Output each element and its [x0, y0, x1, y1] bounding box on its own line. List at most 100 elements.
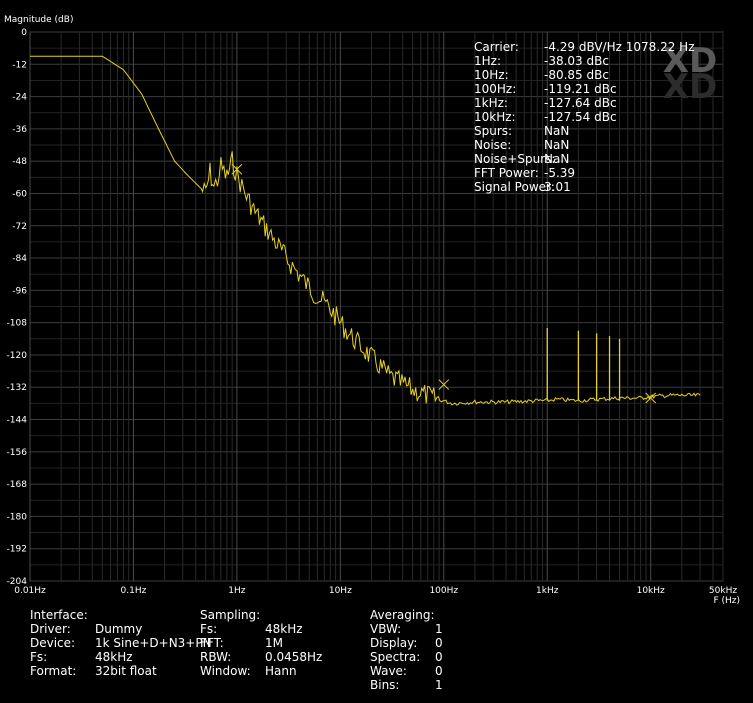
averaging-value: 1: [435, 678, 443, 692]
x-tick-label: 0.1Hz: [121, 586, 147, 596]
interface-label: Driver:: [30, 622, 71, 636]
readout-label: 1kHz:: [474, 96, 508, 110]
x-tick-label: 0.01Hz: [14, 586, 46, 596]
sampling-panel: Sampling: Fs: 48kHz FFT: 1M RBW: 0.0458Hz Wind…: [200, 608, 370, 678]
averaging-row: Wave: 0: [370, 664, 470, 678]
x-tick-label: 1Hz: [228, 586, 245, 596]
averaging-row: Display: 0: [370, 636, 470, 650]
readout-label: Spurs:: [474, 124, 513, 138]
readout-label: 100Hz:: [474, 82, 517, 96]
interface-panel: Interface: Driver: Dummy Device: 1k Sine+D+…: [30, 608, 212, 678]
averaging-label: Display:: [370, 636, 418, 650]
y-tick-label: -168: [7, 480, 28, 490]
averaging-row: Spectra: 0: [370, 650, 470, 664]
averaging-panel: Averaging: VBW: 1 Display: 0 Spectra: 0 Wave: 0…: [370, 608, 470, 692]
readout-row: Carrier: -4.29 dBV/Hz 1078.22 Hz: [474, 40, 714, 54]
averaging-label: Spectra:: [370, 650, 421, 664]
sampling-label: Fs:: [200, 622, 218, 636]
sampling-label: RBW:: [200, 650, 232, 664]
readout-label: 1Hz:: [474, 54, 501, 68]
averaging-label: Wave:: [370, 664, 407, 678]
readout-row: Noise: NaN: [474, 138, 714, 152]
sampling-row: Fs: 48kHz: [200, 622, 370, 636]
averaging-label: Bins:: [370, 678, 400, 692]
y-tick-label: -84: [12, 254, 27, 264]
sampling-value: 1M: [265, 636, 283, 650]
y-tick-label: -12: [12, 60, 27, 70]
interface-value: 32bit float: [95, 664, 157, 678]
interface-heading: Interface:: [30, 608, 88, 622]
averaging-row: Bins: 1: [370, 678, 470, 692]
interface-value: 48kHz: [95, 650, 133, 664]
sampling-row: Window: Hann: [200, 664, 370, 678]
readout-label: Noise:: [474, 138, 512, 152]
x-tick-label: 100Hz: [429, 586, 458, 596]
y-tick-label: -144: [7, 416, 28, 426]
x-tick-label: 50kHz: [709, 586, 737, 596]
readout-row: 10Hz: -80.85 dBc: [474, 68, 714, 82]
readout-row: 1Hz: -38.03 dBc: [474, 54, 714, 68]
averaging-value: 0: [435, 664, 443, 678]
readout-value: -4.29 dBV/Hz 1078.22 Hz: [544, 40, 695, 54]
interface-row: Format: 32bit float: [30, 664, 200, 678]
interface-label: Device:: [30, 636, 76, 650]
averaging-heading: Averaging:: [370, 608, 435, 622]
readout-row: 10kHz: -127.54 dBc: [474, 110, 714, 124]
readout-value: 3.01: [544, 180, 571, 194]
x-tick-label: 10kHz: [637, 586, 665, 596]
sampling-row: RBW: 0.0458Hz: [200, 650, 370, 664]
x-tick-label: 1kHz: [536, 586, 559, 596]
sampling-label: Window:: [200, 664, 251, 678]
y-tick-label: 0: [21, 28, 27, 38]
sampling-value: 0.0458Hz: [265, 650, 323, 664]
readout-value: NaN: [544, 152, 570, 166]
interface-label: Format:: [30, 664, 77, 678]
y-tick-label: -108: [7, 319, 28, 329]
interface-row: Fs: 48kHz: [30, 650, 200, 664]
readout-value: -127.64 dBc: [544, 96, 617, 110]
y-tick-label: -132: [7, 383, 27, 393]
sampling-value: 48kHz: [265, 622, 303, 636]
y-tick-label: -180: [7, 512, 28, 522]
readout-value: -127.54 dBc: [544, 110, 617, 124]
readout-row: Signal Power: 3.01: [474, 180, 714, 194]
readout-value: -5.39: [544, 166, 576, 180]
readout-row: 100Hz: -119.21 dBc: [474, 82, 714, 96]
y-tick-label: -60: [12, 189, 27, 199]
readout-value: -38.03 dBc: [544, 54, 609, 68]
readout-label: 10kHz:: [474, 110, 516, 124]
readout-value: NaN: [544, 138, 570, 152]
y-tick-label: -156: [7, 448, 28, 458]
readout-value: -119.21 dBc: [544, 82, 617, 96]
readout-label: Signal Power:: [474, 180, 555, 194]
y-tick-label: -48: [12, 157, 27, 167]
readout-row: Noise+Spurs: NaN: [474, 152, 714, 166]
averaging-row: VBW: 1: [370, 622, 470, 636]
readout-value: NaN: [544, 124, 570, 138]
readout-label: Carrier:: [474, 40, 519, 54]
readout-label: FFT Power:: [474, 166, 539, 180]
averaging-label: VBW:: [370, 622, 402, 636]
readout-label: 10Hz:: [474, 68, 509, 82]
interface-value: Dummy: [95, 622, 143, 636]
measurement-readout: Carrier: -4.29 dBV/Hz 1078.22 Hz 1Hz: -38.0…: [474, 40, 714, 194]
interface-row: Driver: Dummy: [30, 622, 200, 636]
readout-row: FFT Power: -5.39: [474, 166, 714, 180]
x-axis-label: F (Hz): [713, 596, 740, 606]
x-tick-label: 10Hz: [329, 586, 352, 596]
readout-value: -80.85 dBc: [544, 68, 609, 82]
readout-row: Spurs: NaN: [474, 124, 714, 138]
averaging-value: 0: [435, 636, 443, 650]
sampling-value: Hann: [265, 664, 297, 678]
y-tick-label: -24: [12, 93, 27, 103]
interface-label: Fs:: [30, 650, 48, 664]
y-tick-label: -96: [12, 286, 27, 296]
y-axis-label: Magnitude (dB): [4, 15, 73, 25]
interface-value: 1k Sine+D+N3+PN: [95, 636, 212, 650]
interface-row: Device: 1k Sine+D+N3+PN: [30, 636, 212, 650]
sampling-heading: Sampling:: [200, 608, 261, 622]
sampling-row: FFT: 1M: [200, 636, 370, 650]
y-tick-label: -36: [12, 125, 27, 135]
sampling-label: FFT:: [200, 636, 224, 650]
averaging-value: 0: [435, 650, 443, 664]
